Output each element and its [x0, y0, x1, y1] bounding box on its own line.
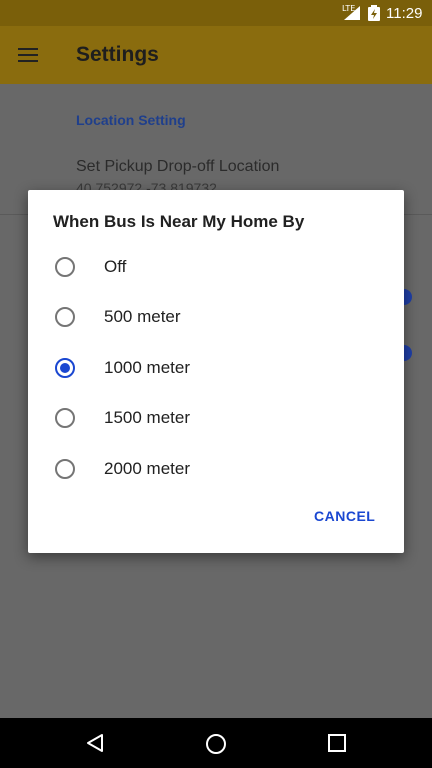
- option-500-meter[interactable]: 500 meter: [28, 292, 404, 342]
- bus-near-home-dialog: When Bus Is Near My Home By Off 500 mete…: [28, 190, 404, 553]
- section-label-location: Location Setting: [76, 112, 186, 128]
- radio-button[interactable]: [55, 307, 75, 327]
- option-off[interactable]: Off: [28, 242, 404, 292]
- back-icon[interactable]: [85, 733, 105, 753]
- signal-icon: [344, 6, 360, 20]
- app-bar: Settings: [0, 26, 432, 84]
- status-bar: LTE 11:29: [0, 0, 432, 26]
- page-title: Settings: [76, 43, 159, 66]
- option-1500-meter[interactable]: 1500 meter: [28, 393, 404, 443]
- radio-button[interactable]: [55, 459, 75, 479]
- recent-apps-icon[interactable]: [328, 734, 346, 752]
- option-label: Off: [104, 257, 127, 276]
- navigation-bar: [0, 718, 432, 768]
- home-icon[interactable]: [205, 733, 227, 755]
- option-1000-meter[interactable]: 1000 meter: [28, 343, 404, 393]
- option-label: 1500 meter: [104, 408, 190, 427]
- cancel-button[interactable]: CANCEL: [314, 508, 375, 524]
- hamburger-menu-icon[interactable]: [12, 41, 44, 69]
- option-2000-meter[interactable]: 2000 meter: [28, 444, 404, 494]
- battery-charging-icon: [368, 5, 380, 21]
- option-label: 1000 meter: [104, 358, 190, 377]
- option-label: 500 meter: [104, 307, 181, 326]
- radio-button[interactable]: [55, 408, 75, 428]
- dialog-title: When Bus Is Near My Home By: [53, 212, 305, 231]
- radio-button-selected[interactable]: [55, 358, 75, 378]
- pickup-location-item[interactable]: Set Pickup Drop-off Location: [76, 158, 279, 176]
- radio-button[interactable]: [55, 257, 75, 277]
- option-label: 2000 meter: [104, 459, 190, 478]
- clock: 11:29: [386, 5, 423, 22]
